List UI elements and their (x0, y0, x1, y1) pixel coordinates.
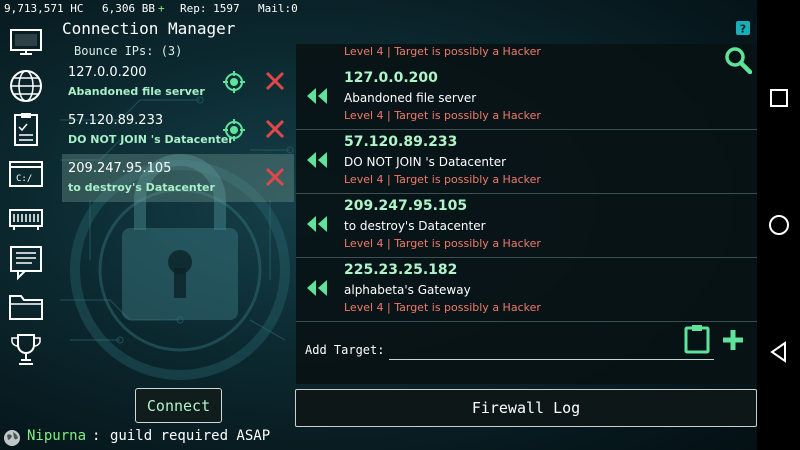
bounce-ips-label: Bounce IPs: (3) (74, 44, 183, 58)
home-icon[interactable] (767, 213, 791, 237)
world-icon (4, 430, 20, 446)
hardware-icon[interactable] (6, 198, 46, 238)
trophy-icon[interactable] (6, 330, 46, 370)
bounce-item[interactable]: 127.0.0.200 Abandoned file server (62, 58, 294, 106)
bounce-ip: 57.120.89.233 (68, 113, 164, 128)
mail-count[interactable]: Mail:0 (258, 2, 298, 15)
bounce-owner: to destroy's Datacenter (68, 181, 215, 194)
globe-icon[interactable] (6, 66, 46, 106)
recents-icon[interactable] (767, 86, 791, 110)
target-owner: alphabeta's Gateway (344, 283, 471, 297)
close-icon[interactable] (264, 118, 286, 140)
chat-separator: : (92, 428, 101, 444)
target-warning: Level 4 | Target is possibly a Hacker (344, 173, 541, 186)
target-row[interactable]: 127.0.0.200 Abandoned file server Level … (296, 66, 757, 130)
connect-button[interactable]: Connect (135, 388, 222, 423)
target-ip: 225.23.25.182 (344, 262, 458, 278)
add-target-input[interactable] (389, 340, 714, 360)
add-target-label: Add Target: (305, 343, 385, 357)
paste-icon[interactable] (684, 324, 710, 354)
target-warning: Level 4 | Target is possibly a Hacker (344, 301, 541, 314)
clipboard-list-icon[interactable] (6, 110, 46, 150)
target-ip: 57.120.89.233 (344, 134, 458, 150)
svg-text:?: ? (740, 23, 746, 36)
bounce-item[interactable]: 209.247.95.105 to destroy's Datacenter (62, 154, 294, 202)
bounce-item[interactable]: 57.120.89.233 DO NOT JOIN 's Datacenter (62, 106, 294, 154)
firewall-log-button[interactable]: Firewall Log (295, 389, 757, 427)
reputation: Rep: 1597 (180, 2, 240, 15)
double-chevron-left-icon[interactable] (304, 86, 330, 106)
target-owner: Abandoned file server (344, 91, 477, 105)
bb-plus-icon[interactable]: + (158, 2, 165, 15)
chat-icon[interactable] (6, 242, 46, 282)
target-warning: Level 4 | Target is possibly a Hacker (344, 109, 541, 122)
double-chevron-left-icon[interactable] (304, 214, 330, 234)
double-chevron-left-icon[interactable] (304, 278, 330, 298)
bounce-ip: 127.0.0.200 (68, 65, 147, 80)
target-row[interactable]: 209.247.95.105 to destroy's Datacenter L… (296, 194, 757, 258)
target-owner: DO NOT JOIN 's Datacenter (344, 155, 507, 169)
target-list-panel[interactable]: Level 4 | Target is possibly a Hacker 12… (296, 44, 757, 384)
system-nav-bar (757, 0, 800, 450)
target-ip: 209.247.95.105 (344, 198, 468, 214)
svg-text:C:/: C:/ (16, 174, 32, 184)
help-icon[interactable]: ? (735, 20, 751, 36)
target-row[interactable]: 57.120.89.233 DO NOT JOIN 's Datacenter … (296, 130, 757, 194)
monitor-icon[interactable] (6, 24, 46, 64)
bounce-owner: DO NOT JOIN 's Datacenter (68, 133, 234, 146)
status-bar: 9,713,571 HC 6,306 BB + Rep: 1597 Mail:0 (0, 0, 757, 18)
hc-balance: 9,713,571 HC (4, 2, 84, 15)
add-icon[interactable] (721, 328, 745, 352)
bounce-ip: 209.247.95.105 (68, 161, 172, 176)
target-row[interactable]: 225.23.25.182 alphabeta's Gateway Level … (296, 258, 757, 322)
crosshair-icon[interactable] (222, 70, 246, 94)
close-icon[interactable] (264, 70, 286, 92)
back-icon[interactable] (767, 340, 791, 364)
page-title: Connection Manager (62, 19, 236, 38)
close-icon[interactable] (264, 166, 286, 188)
target-ip: 127.0.0.200 (344, 70, 438, 86)
crosshair-icon[interactable] (222, 118, 246, 142)
target-warning: Level 4 | Target is possibly a Hacker (344, 237, 541, 250)
chat-ticker[interactable]: Nipurna : guild required ASAP (0, 427, 520, 449)
terminal-icon[interactable]: C:/ (6, 154, 46, 194)
bb-balance: 6,306 BB (102, 2, 155, 15)
chat-username: Nipurna (27, 428, 87, 444)
chat-message: guild required ASAP (110, 428, 271, 444)
folder-icon[interactable] (6, 286, 46, 326)
bounce-owner: Abandoned file server (68, 85, 205, 98)
double-chevron-left-icon[interactable] (304, 150, 330, 170)
target-owner: to destroy's Datacenter (344, 219, 486, 233)
nav-sidebar: C:/ (0, 18, 52, 378)
target-warning: Level 4 | Target is possibly a Hacker (344, 45, 541, 58)
